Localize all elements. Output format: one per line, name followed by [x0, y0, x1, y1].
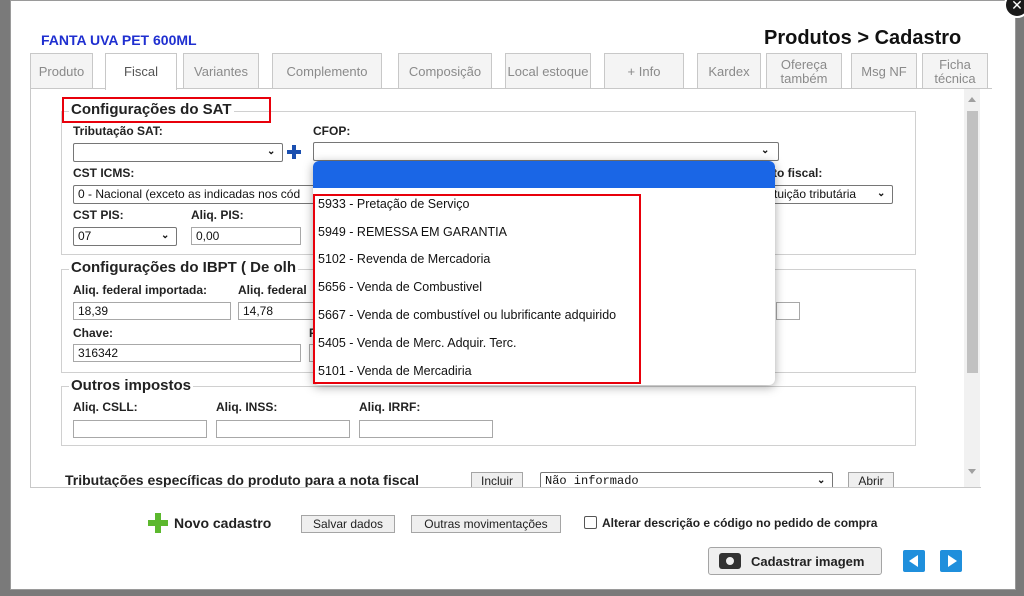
- tab-local-estoque[interactable]: Local estoque: [505, 53, 591, 89]
- outros-legend: Outros impostos: [69, 377, 194, 394]
- aliq-federal-importada-input[interactable]: 18,39: [73, 302, 231, 320]
- aliq-csll-input[interactable]: [73, 420, 207, 438]
- abrir-button[interactable]: Abrir: [848, 472, 894, 487]
- chave-label: Chave:: [73, 326, 114, 340]
- tab-msg-nf[interactable]: Msg NF: [851, 53, 917, 89]
- tab-produto[interactable]: Produto: [30, 53, 93, 89]
- camera-icon: [719, 553, 741, 569]
- aliq-pis-label: Aliq. PIS:: [191, 208, 244, 222]
- chevron-down-icon: ⌄: [267, 146, 276, 157]
- aliq-pis-input[interactable]: 0,00: [191, 227, 301, 245]
- cfop-options-highlight: [313, 194, 641, 384]
- chave-input[interactable]: 316342: [73, 344, 301, 362]
- aliq-federal-importada-label: Aliq. federal importada:: [73, 283, 208, 297]
- tab-ficha-tecnica[interactable]: Ficha técnica: [922, 53, 988, 89]
- tributacao-sat-label: Tributação SAT:: [73, 124, 163, 138]
- ibpt-hidden-input[interactable]: [776, 302, 800, 320]
- aliq-irrf-label: Aliq. IRRF:: [359, 400, 421, 414]
- cadastrar-imagem-button[interactable]: Cadastrar imagem: [708, 547, 882, 575]
- tab-mais-info[interactable]: + Info: [604, 53, 684, 89]
- chevron-down-icon: ⌄: [161, 230, 170, 241]
- tab-variantes[interactable]: Variantes: [183, 53, 259, 89]
- page-title: Produtos > Cadastro: [764, 27, 962, 49]
- chevron-down-icon: ⌄: [761, 145, 770, 156]
- chevron-down-icon: ⌄: [817, 475, 826, 486]
- cfop-option-selected[interactable]: [313, 161, 775, 188]
- alterar-descricao-label: Alterar descrição e código no pedido de …: [602, 516, 878, 530]
- next-arrow-icon[interactable]: [940, 550, 962, 572]
- novo-cadastro-button[interactable]: Novo cadastro: [148, 513, 271, 533]
- plus-icon: [148, 513, 168, 533]
- cst-icms-label: CST ICMS:: [73, 166, 135, 180]
- cst-icms-select[interactable]: 0 - Nacional (exceto as indicadas nos có…: [73, 185, 333, 204]
- tributacoes-label: Tributações específicas do produto para …: [65, 472, 419, 488]
- scroll-down-icon[interactable]: [968, 469, 976, 474]
- aliq-federal-input[interactable]: 14,78: [238, 302, 318, 320]
- sat-legend-highlight: [62, 97, 271, 123]
- partial-field-label: to fiscal:: [773, 166, 823, 180]
- tributacoes-select[interactable]: Não informado: [540, 472, 833, 487]
- tab-kardex[interactable]: Kardex: [697, 53, 761, 89]
- cst-pis-label: CST PIS:: [73, 208, 124, 222]
- scrollbar-thumb[interactable]: [967, 111, 978, 373]
- aliq-inss-label: Aliq. INSS:: [216, 400, 278, 414]
- chevron-down-icon: ⌄: [877, 188, 886, 199]
- aliq-csll-label: Aliq. CSLL:: [73, 400, 138, 414]
- incluir-button[interactable]: Incluir: [471, 472, 523, 487]
- tab-ofereca-tambem[interactable]: Ofereça também: [766, 53, 842, 89]
- product-name: FANTA UVA PET 600ML: [41, 32, 197, 48]
- cfop-label: CFOP:: [313, 124, 351, 138]
- cadastrar-imagem-label: Cadastrar imagem: [751, 553, 865, 569]
- cfop-select[interactable]: [313, 142, 779, 161]
- previous-arrow-icon[interactable]: [903, 550, 925, 572]
- aliq-irrf-input[interactable]: [359, 420, 493, 438]
- novo-cadastro-label: Novo cadastro: [174, 515, 272, 531]
- outras-movimentacoes-button[interactable]: Outras movimentações: [411, 515, 561, 533]
- add-icon[interactable]: [287, 145, 301, 159]
- ibpt-legend: Configurações do IBPT ( De olh: [69, 259, 299, 276]
- salvar-dados-button[interactable]: Salvar dados: [301, 515, 395, 533]
- tributacao-sat-select[interactable]: [73, 143, 283, 162]
- tab-composicao[interactable]: Composição: [398, 53, 492, 89]
- tab-complemento[interactable]: Complemento: [272, 53, 382, 89]
- scroll-up-icon[interactable]: [968, 97, 976, 102]
- tab-fiscal[interactable]: Fiscal: [105, 53, 177, 90]
- aliq-inss-input[interactable]: [216, 420, 350, 438]
- aliq-federal-label: Aliq. federal: [238, 283, 307, 297]
- panel-scrollbar[interactable]: [964, 89, 980, 487]
- alterar-descricao-checkbox[interactable]: [584, 516, 597, 529]
